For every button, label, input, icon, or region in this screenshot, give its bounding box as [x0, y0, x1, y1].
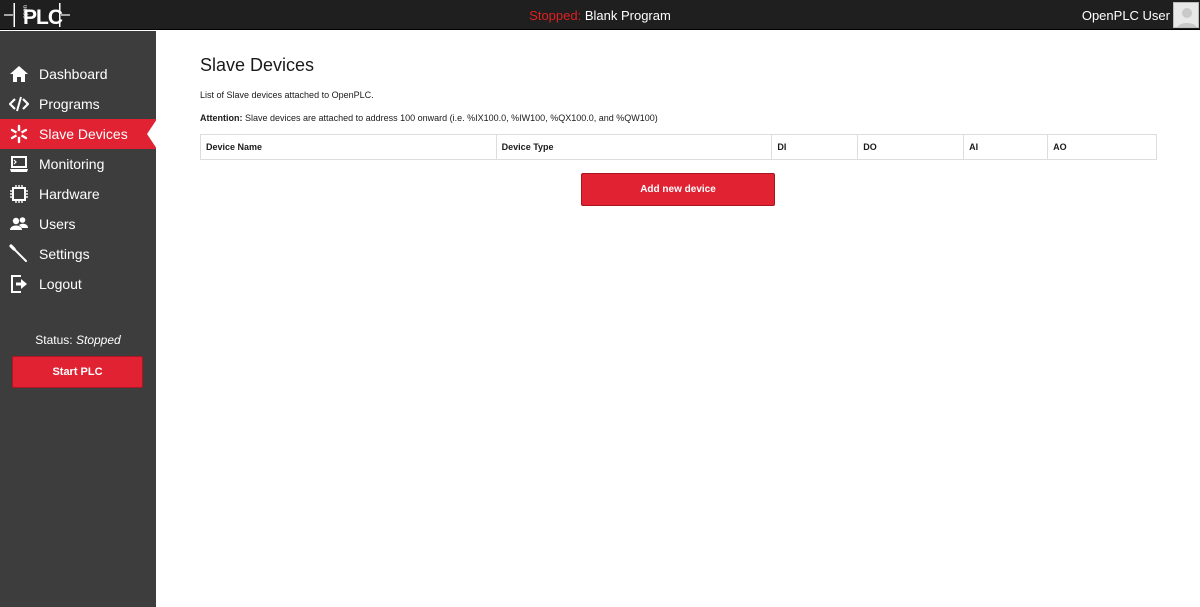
start-plc-button[interactable]: Start PLC [12, 356, 143, 388]
attention-label: Attention: [200, 113, 243, 123]
sidebar-item-label: Monitoring [39, 156, 105, 172]
devices-table: Device Name Device Type DI DO AI AO [200, 134, 1157, 160]
user-silhouette-icon [1177, 8, 1197, 27]
home-icon [9, 64, 29, 84]
page-description: List of Slave devices attached to OpenPL… [200, 90, 374, 100]
column-header-device-name[interactable]: Device Name [200, 134, 497, 160]
sidebar-item-label: Programs [39, 96, 100, 112]
chip-icon [9, 184, 29, 204]
column-header-di[interactable]: DI [771, 134, 859, 160]
sidebar-item-users[interactable]: Users [0, 209, 156, 239]
sidebar-nav: Dashboard Programs Slave Devices Monitor… [0, 59, 157, 299]
plc-status-value: Stopped [75, 333, 121, 347]
sidebar-item-label: Logout [39, 276, 82, 292]
monitor-icon [9, 154, 29, 174]
code-icon [9, 94, 29, 114]
sidebar-item-label: Users [39, 216, 76, 232]
table-header-row: Device Name Device Type DI DO AI AO [200, 134, 1157, 160]
top-bar: open PLC Stopped: Blank Program OpenPLC … [0, 0, 1200, 30]
attention-note: Attention: Slave devices are attached to… [200, 113, 658, 123]
sidebar-item-label: Slave Devices [39, 126, 128, 142]
sidebar-item-dashboard[interactable]: Dashboard [0, 59, 156, 89]
asterisk-icon [9, 124, 29, 144]
column-header-ai[interactable]: AI [963, 134, 1049, 160]
column-header-ao[interactable]: AO [1047, 134, 1157, 160]
column-header-device-type[interactable]: Device Type [495, 134, 773, 160]
page-title: Slave Devices [200, 55, 315, 75]
avatar[interactable] [1173, 2, 1199, 28]
sidebar-item-logout[interactable]: Logout [0, 269, 156, 299]
add-device-button[interactable]: Add new device [581, 173, 775, 206]
sidebar-item-label: Dashboard [39, 66, 108, 82]
sidebar-item-programs[interactable]: Programs [0, 89, 156, 119]
logout-icon [9, 274, 29, 294]
run-state-label: Stopped: [529, 8, 582, 23]
wrench-icon [9, 244, 29, 264]
sidebar-item-settings[interactable]: Settings [0, 239, 156, 269]
column-header-do[interactable]: DO [857, 134, 965, 160]
openplc-logo[interactable]: open PLC [4, 2, 70, 28]
plc-status: Status: Stopped [0, 333, 156, 347]
user-name[interactable]: OpenPLC User [1082, 8, 1170, 23]
logo-text: PLC [23, 6, 63, 28]
plc-status-label: Status: [35, 333, 73, 347]
sidebar-item-monitoring[interactable]: Monitoring [0, 149, 156, 179]
user-menu[interactable]: OpenPLC User [1082, 0, 1200, 30]
sidebar-item-label: Settings [39, 246, 90, 262]
sidebar-item-slave-devices[interactable]: Slave Devices [0, 119, 157, 149]
program-status: Stopped: Blank Program [0, 8, 1200, 23]
sidebar-item-label: Hardware [39, 186, 100, 202]
sidebar-item-hardware[interactable]: Hardware [0, 179, 156, 209]
users-icon [9, 214, 29, 234]
attention-text: Slave devices are attached to address 10… [245, 113, 658, 123]
sidebar: Dashboard Programs Slave Devices Monitor… [0, 31, 157, 607]
program-name: Blank Program [584, 8, 671, 23]
